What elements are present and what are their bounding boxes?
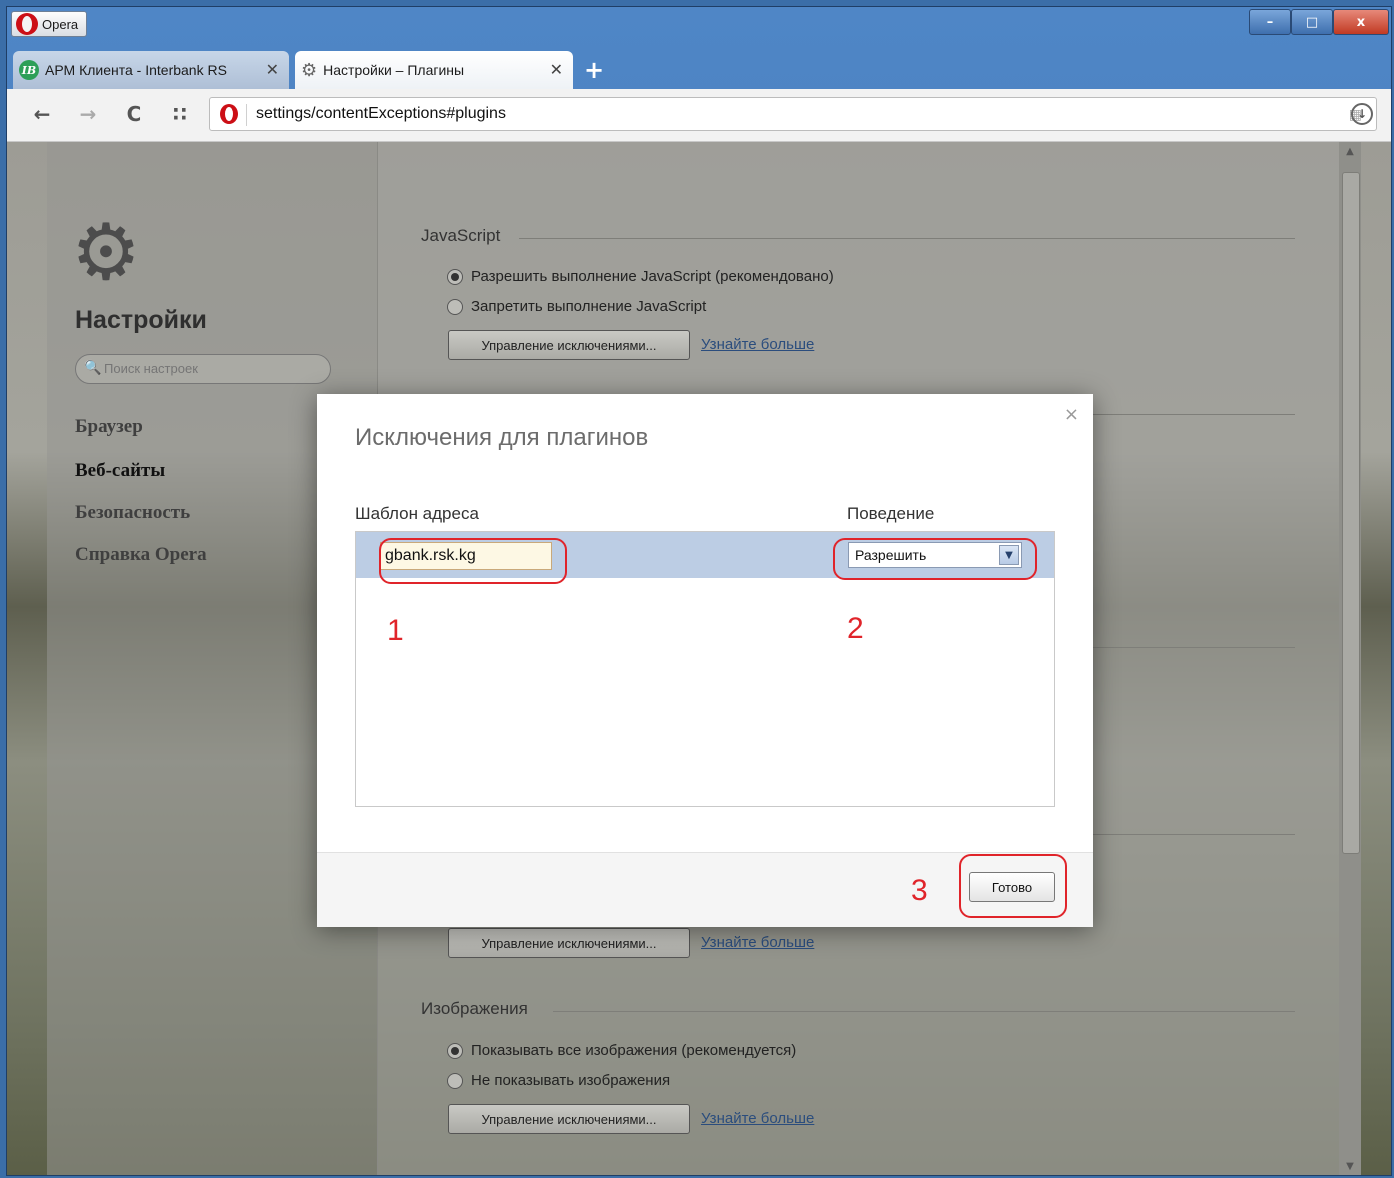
navigation-toolbar: ← → C ∷ settings/contentExceptions#plugi… bbox=[7, 89, 1391, 142]
minimize-button[interactable]: – bbox=[1249, 9, 1291, 35]
plugins-manage-exceptions-button[interactable]: Управление исключениями... bbox=[448, 928, 690, 958]
settings-gear-icon: ⚙ bbox=[71, 208, 141, 298]
opera-badge-icon bbox=[220, 104, 238, 124]
radio-checked[interactable] bbox=[447, 1042, 463, 1059]
sidebar-item-security[interactable]: Безопасность bbox=[75, 502, 190, 524]
opera-logo-icon bbox=[16, 13, 38, 35]
opera-menu-button[interactable]: Opera bbox=[11, 11, 88, 37]
page-scrollbar[interactable]: ▲ ▼ bbox=[1339, 142, 1361, 1175]
address-bar[interactable]: settings/contentExceptions#plugins ▦ bbox=[209, 97, 1377, 131]
radio-checked[interactable] bbox=[447, 268, 463, 285]
tab-interbank[interactable]: IB АРМ Клиента - Interbank RS ✕ bbox=[13, 51, 289, 89]
plugin-exceptions-dialog: × Исключения для плагинов Шаблон адреса … bbox=[317, 394, 1093, 927]
section-divider bbox=[1093, 647, 1295, 648]
sidebar-item-websites[interactable]: Веб-сайты bbox=[75, 460, 165, 482]
img-manage-exceptions-button[interactable]: Управление исключениями... bbox=[448, 1104, 690, 1134]
img-learn-more-link[interactable]: Узнайте больше bbox=[701, 1110, 814, 1127]
maximize-button[interactable]: □ bbox=[1291, 9, 1333, 35]
title-bar: Opera – □ x bbox=[7, 7, 1391, 43]
tab-label: Настройки – Плагины bbox=[323, 62, 465, 78]
scroll-thumb[interactable] bbox=[1342, 172, 1360, 854]
browser-window: Opera – □ x IB АРМ Клиента - Interbank R… bbox=[6, 6, 1392, 1176]
settings-title: Настройки bbox=[75, 306, 207, 334]
js-block-option[interactable]: Запретить выполнение JavaScript bbox=[447, 298, 706, 315]
annotation-number: 2 bbox=[847, 612, 864, 645]
section-divider bbox=[553, 1011, 1295, 1012]
back-icon[interactable]: ← bbox=[27, 99, 57, 129]
img-show-option[interactable]: Показывать все изображения (рекомендуетс… bbox=[447, 1042, 796, 1059]
javascript-heading: JavaScript bbox=[421, 226, 501, 245]
speed-dial-icon[interactable]: ∷ bbox=[165, 99, 195, 129]
opera-menu-label: Opera bbox=[42, 16, 79, 32]
settings-search-input[interactable] bbox=[102, 360, 326, 377]
images-heading: Изображения bbox=[421, 999, 528, 1018]
img-hide-option[interactable]: Не показывать изображения bbox=[447, 1072, 670, 1089]
column-header-behavior: Поведение bbox=[847, 504, 935, 523]
section-divider bbox=[519, 238, 1295, 239]
sidebar-item-browser[interactable]: Браузер bbox=[75, 416, 143, 438]
radio-unchecked[interactable] bbox=[447, 1072, 463, 1089]
img-show-label: Показывать все изображения (рекомендуетс… bbox=[471, 1042, 797, 1059]
address-text[interactable]: settings/contentExceptions#plugins bbox=[256, 105, 506, 123]
tab-label: АРМ Клиента - Interbank RS bbox=[45, 62, 227, 78]
js-allow-label: Разрешить выполнение JavaScript (рекомен… bbox=[471, 268, 834, 285]
tab-close-icon[interactable]: ✕ bbox=[550, 60, 563, 80]
scroll-up-icon[interactable]: ▲ bbox=[1339, 142, 1361, 160]
forward-icon[interactable]: → bbox=[73, 99, 103, 129]
annotation-outline bbox=[379, 538, 567, 584]
search-icon: 🔍 bbox=[84, 360, 102, 376]
new-tab-button[interactable]: + bbox=[581, 56, 607, 84]
sidebar-item-help[interactable]: Справка Opera bbox=[75, 544, 207, 566]
section-divider bbox=[1093, 834, 1295, 835]
radio-unchecked[interactable] bbox=[447, 298, 463, 315]
close-icon[interactable]: × bbox=[1064, 404, 1079, 425]
js-block-label: Запретить выполнение JavaScript bbox=[471, 298, 707, 315]
js-manage-exceptions-button[interactable]: Управление исключениями... bbox=[448, 330, 690, 360]
gear-favicon-icon: ⚙ bbox=[301, 59, 318, 80]
dialog-title: Исключения для плагинов bbox=[355, 424, 649, 451]
annotation-number: 1 bbox=[387, 614, 404, 647]
tab-bar: IB АРМ Клиента - Interbank RS ✕ ⚙ Настро… bbox=[7, 51, 1391, 89]
settings-search[interactable]: 🔍 bbox=[75, 354, 331, 384]
column-header-pattern: Шаблон адреса bbox=[355, 504, 479, 523]
section-divider bbox=[1093, 414, 1295, 415]
js-allow-option[interactable]: Разрешить выполнение JavaScript (рекомен… bbox=[447, 268, 834, 285]
tab-settings-plugins[interactable]: ⚙ Настройки – Плагины ✕ bbox=[295, 51, 573, 89]
js-learn-more-link[interactable]: Узнайте больше bbox=[701, 336, 814, 353]
annotation-number: 3 bbox=[911, 874, 928, 907]
annotation-outline bbox=[959, 854, 1067, 918]
address-separator bbox=[246, 104, 247, 126]
scroll-down-icon[interactable]: ▼ bbox=[1339, 1157, 1361, 1175]
tab-close-icon[interactable]: ✕ bbox=[266, 60, 279, 80]
close-window-button[interactable]: x bbox=[1333, 9, 1389, 35]
annotation-outline bbox=[833, 538, 1037, 580]
reload-icon[interactable]: C bbox=[119, 99, 149, 129]
download-icon[interactable]: ↓ bbox=[1351, 103, 1373, 125]
plugins-learn-more-link[interactable]: Узнайте больше bbox=[701, 934, 814, 951]
img-hide-label: Не показывать изображения bbox=[471, 1072, 671, 1089]
interbank-favicon-icon: IB bbox=[19, 60, 39, 80]
